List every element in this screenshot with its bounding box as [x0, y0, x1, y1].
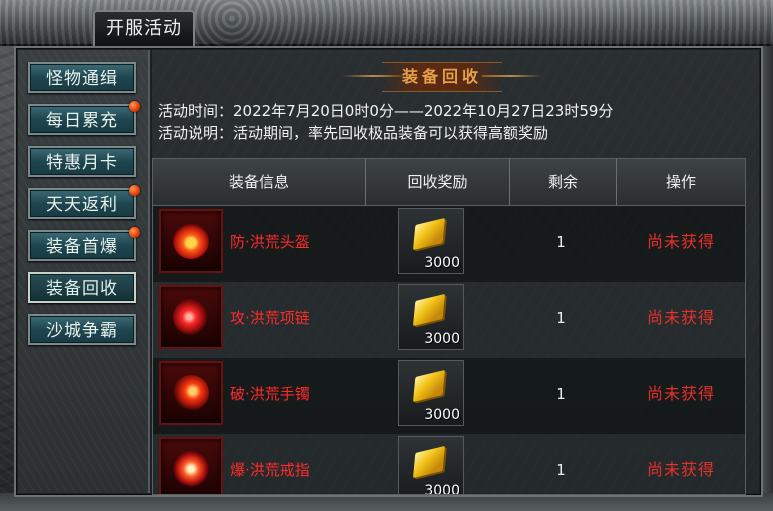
recycle-table: 装备信息 回收奖励 剩余 操作 防·洪荒头盔 3000 1 尚未获得 攻·洪荒项… — [152, 158, 746, 495]
sidebar-item-label: 装备首爆 — [46, 237, 118, 257]
sidebar-item-label: 怪物通缉 — [46, 69, 118, 89]
reward-amount: 3000 — [424, 483, 460, 494]
table-row: 破·洪荒手镯 3000 1 尚未获得 — [153, 358, 745, 434]
banner-ornament-right — [482, 75, 542, 77]
sidebar-item-label: 装备回收 — [46, 279, 118, 299]
reward-slot[interactable]: 3000 — [398, 436, 464, 494]
gold-ingot-icon — [412, 369, 446, 403]
section-banner: 装备回收 — [342, 62, 542, 92]
column-header-equipment: 装备信息 — [228, 173, 289, 191]
notification-dot-icon — [129, 227, 140, 238]
column-header-remaining: 剩余 — [547, 173, 578, 191]
reward-slot[interactable]: 3000 — [398, 360, 464, 426]
equipment-name: 攻·洪荒项链 — [230, 309, 310, 327]
helmet-glyph — [173, 223, 209, 259]
activity-time: 活动时间：2022年7月20日0时0分——2022年10月27日23时59分 — [158, 102, 614, 120]
sidebar-item-first-drop[interactable]: 装备首爆 — [28, 227, 140, 261]
remaining-count: 1 — [556, 233, 566, 251]
status-text: 尚未获得 — [646, 384, 715, 403]
activity-panel: 怪物通缉 每日累充 特惠月卡 天天返利 装备首爆 装备回收 沙城争霸 装备回收 — [14, 46, 763, 497]
activity-description: 活动说明：活动期间，率先回收极品装备可以获得高额奖励 — [158, 124, 549, 142]
reward-slot[interactable]: 3000 — [398, 208, 464, 274]
equipment-name: 爆·洪荒戒指 — [230, 461, 310, 479]
sidebar-item-monster-bounty[interactable]: 怪物通缉 — [28, 62, 136, 93]
gold-ingot-icon — [412, 293, 446, 327]
sidebar-item-castle-war[interactable]: 沙城争霸 — [28, 314, 136, 345]
sidebar-item-label: 沙城争霸 — [46, 321, 118, 341]
helmet-icon[interactable] — [159, 209, 223, 273]
bracelet-icon[interactable] — [159, 361, 223, 425]
sidebar-item-label: 每日累充 — [46, 111, 118, 131]
status-text: 尚未获得 — [646, 460, 715, 479]
gold-ingot-icon — [412, 217, 446, 251]
ring-icon[interactable] — [159, 437, 223, 494]
activity-sidebar: 怪物通缉 每日累充 特惠月卡 天天返利 装备首爆 装备回收 沙城争霸 — [18, 50, 150, 493]
activity-content: 装备回收 活动时间：2022年7月20日0时0分——2022年10月27日23时… — [152, 50, 759, 495]
column-header-reward: 回收奖励 — [407, 173, 468, 191]
reward-slot[interactable]: 3000 — [398, 284, 464, 350]
bracelet-glyph — [173, 375, 209, 411]
status-text: 尚未获得 — [646, 308, 715, 327]
column-header-action: 操作 — [665, 173, 696, 191]
necklace-icon[interactable] — [159, 285, 223, 349]
table-header: 装备信息 回收奖励 剩余 操作 — [153, 159, 745, 206]
sidebar-item-monthly-card[interactable]: 特惠月卡 — [28, 146, 136, 177]
sidebar-item-equipment-recycle[interactable]: 装备回收 — [28, 272, 136, 303]
sidebar-item-daily-recharge[interactable]: 每日累充 — [28, 101, 140, 135]
sidebar-item-label: 天天返利 — [46, 195, 118, 215]
table-row: 防·洪荒头盔 3000 1 尚未获得 — [153, 206, 745, 282]
status-text: 尚未获得 — [646, 232, 715, 251]
equipment-name: 破·洪荒手镯 — [230, 385, 310, 403]
remaining-count: 1 — [556, 309, 566, 327]
banner-title: 装备回收 — [382, 62, 502, 92]
window-title: 开服活动 — [93, 10, 195, 46]
remaining-count: 1 — [556, 385, 566, 403]
reward-amount: 3000 — [424, 331, 460, 347]
reward-amount: 3000 — [424, 407, 460, 423]
equipment-name: 防·洪荒头盔 — [230, 233, 310, 251]
notification-dot-icon — [129, 101, 140, 112]
reward-amount: 3000 — [424, 255, 460, 271]
table-row: 攻·洪荒项链 3000 1 尚未获得 — [153, 282, 745, 358]
ring-glyph — [173, 451, 209, 487]
gold-ingot-icon — [412, 445, 446, 479]
sidebar-item-label: 特惠月卡 — [46, 153, 118, 173]
table-row: 爆·洪荒戒指 3000 1 尚未获得 — [153, 434, 745, 494]
notification-dot-icon — [129, 185, 140, 196]
remaining-count: 1 — [556, 461, 566, 479]
sidebar-item-daily-rebate[interactable]: 天天返利 — [28, 185, 140, 219]
necklace-glyph — [173, 299, 209, 335]
